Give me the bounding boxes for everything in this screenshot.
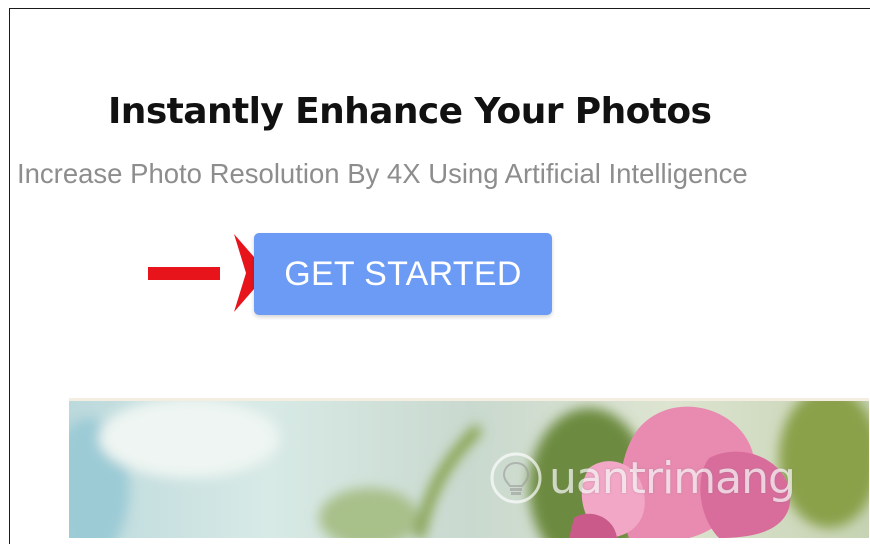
arrow-right-icon xyxy=(148,234,268,312)
watermark-text: uantrimang xyxy=(549,452,796,504)
page-title: Instantly Enhance Your Photos xyxy=(108,91,712,132)
get-started-button[interactable]: GET STARTED xyxy=(254,233,552,315)
page-subtitle: Increase Photo Resolution By 4X Using Ar… xyxy=(17,158,748,189)
watermark: uantrimang xyxy=(489,451,796,505)
lightbulb-logo-icon xyxy=(490,452,542,504)
